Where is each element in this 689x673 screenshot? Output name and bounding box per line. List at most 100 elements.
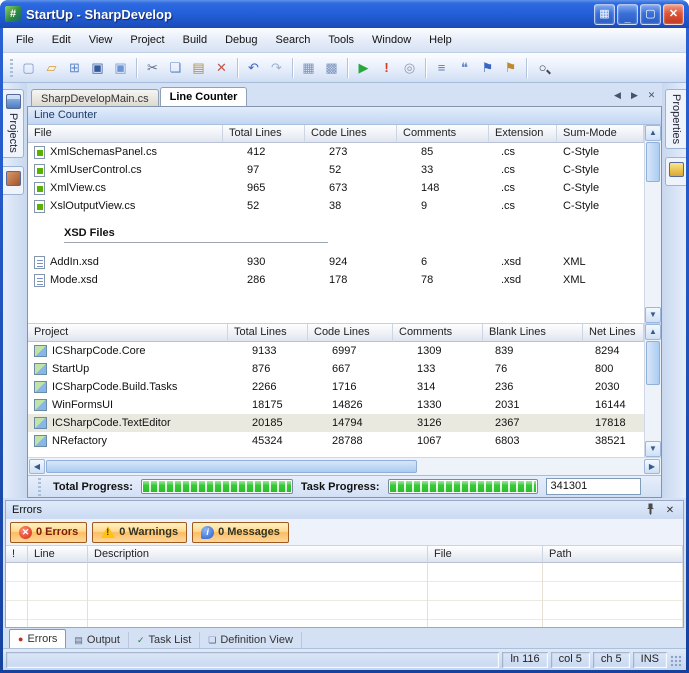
table-row[interactable]: Mode.xsd 286 178 78 .xsd XML: [28, 271, 644, 289]
warnings-filter-button[interactable]: 0 Warnings: [92, 522, 187, 543]
table-row[interactable]: NRefactory 45324 28788 1067 6803 38521: [28, 432, 644, 450]
column-header[interactable]: Description: [88, 546, 428, 563]
toolbar-grip[interactable]: [10, 59, 13, 77]
project-table-vscrollbar[interactable]: ▲ ▼: [644, 324, 661, 457]
column-header[interactable]: Code Lines: [305, 125, 397, 143]
errors-caption[interactable]: Errors ✕: [6, 501, 683, 519]
comment-icon[interactable]: ❝: [453, 57, 476, 79]
errors-grid-body[interactable]: [6, 563, 683, 627]
column-header[interactable]: File: [428, 546, 543, 563]
menu-help[interactable]: Help: [420, 31, 461, 49]
sidebar-tab-help[interactable]: [665, 157, 686, 186]
cut-icon[interactable]: ✂: [141, 57, 164, 79]
column-header[interactable]: File: [28, 125, 223, 143]
paste-icon[interactable]: ▤: [187, 57, 210, 79]
menu-view[interactable]: View: [80, 31, 122, 49]
stop-icon[interactable]: !: [375, 57, 398, 79]
errors-filter-button[interactable]: ✕ 0 Errors: [10, 522, 87, 543]
column-header[interactable]: Blank Lines: [483, 324, 583, 342]
sidebar-tab-properties[interactable]: Properties: [665, 89, 686, 149]
title-bar[interactable]: # StartUp - SharpDevelop ▦ _ ▢ ✕: [0, 0, 689, 28]
new-window-icon[interactable]: ⊞: [63, 57, 86, 79]
new-file-icon[interactable]: ▢: [17, 57, 40, 79]
column-header[interactable]: Project: [28, 324, 228, 342]
copy-icon[interactable]: ❏: [164, 57, 187, 79]
save-icon[interactable]: ▣: [86, 57, 109, 79]
menu-project[interactable]: Project: [121, 31, 173, 49]
sidebar-tab-tools[interactable]: [3, 166, 24, 195]
column-header[interactable]: Comments: [397, 125, 489, 143]
whitespace-icon[interactable]: ≡: [430, 57, 453, 79]
scroll-thumb[interactable]: [646, 142, 660, 182]
menu-debug[interactable]: Debug: [216, 31, 266, 49]
menu-window[interactable]: Window: [363, 31, 420, 49]
file-table-vscrollbar[interactable]: ▲ ▼: [644, 125, 661, 323]
window-menu-button[interactable]: ▦: [594, 4, 615, 25]
bookmark-next-icon[interactable]: ⚑: [499, 57, 522, 79]
table-row[interactable]: WinFormsUI 18175 14826 1330 2031 16144: [28, 396, 644, 414]
table-row[interactable]: AddIn.xsd 930 924 6 .xsd XML: [28, 253, 644, 271]
open-folder-icon[interactable]: ▱: [40, 57, 63, 79]
column-header[interactable]: Comments: [393, 324, 483, 342]
scroll-down-icon[interactable]: ▼: [645, 307, 661, 323]
doc-tab-sharpdevelopmain[interactable]: SharpDevelopMain.cs: [31, 89, 159, 106]
scroll-thumb[interactable]: [46, 460, 417, 473]
pin-icon[interactable]: [643, 503, 657, 518]
scroll-up-icon[interactable]: ▲: [645, 324, 661, 340]
tab-scroll-right-icon[interactable]: ▶: [627, 88, 642, 103]
column-header[interactable]: !: [6, 546, 28, 563]
horizontal-scrollbar[interactable]: ◀ ▶: [28, 457, 661, 475]
table-row[interactable]: XmlSchemasPanel.cs 412 273 85 .cs C-Styl…: [28, 143, 644, 161]
redo-icon[interactable]: ↷: [265, 57, 288, 79]
bookmark-prev-icon[interactable]: ⚑: [476, 57, 499, 79]
column-header[interactable]: Path: [543, 546, 683, 563]
column-header[interactable]: Net Lines: [583, 324, 644, 342]
sidebar-tab-projects[interactable]: Projects: [3, 89, 24, 158]
scroll-left-icon[interactable]: ◀: [29, 459, 45, 474]
table-row[interactable]: ICSharpCode.Build.Tasks 2266 1716 314 23…: [28, 378, 644, 396]
menu-edit[interactable]: Edit: [43, 31, 80, 49]
column-header[interactable]: Line: [28, 546, 88, 563]
scroll-thumb[interactable]: [646, 341, 660, 385]
tab-scroll-left-icon[interactable]: ◀: [610, 88, 625, 103]
build-all-icon[interactable]: ▩: [320, 57, 343, 79]
progress-grip[interactable]: [38, 478, 41, 496]
table-row[interactable]: XmlView.cs 965 673 148 .cs C-Style: [28, 179, 644, 197]
column-header[interactable]: Extension: [489, 125, 557, 143]
breakpoint-icon[interactable]: ◎: [398, 57, 421, 79]
column-header[interactable]: Total Lines: [228, 324, 308, 342]
doc-tab-line-counter[interactable]: Line Counter: [160, 87, 248, 106]
search-icon[interactable]: ○: [531, 57, 554, 79]
undo-icon[interactable]: ↶: [242, 57, 265, 79]
table-row[interactable]: StartUp 876 667 133 76 800: [28, 360, 644, 378]
pad-tab-definition-view[interactable]: ❏ Definition View: [200, 632, 302, 648]
save-all-icon[interactable]: ▣: [109, 57, 132, 79]
pad-tab-task-list[interactable]: ✓ Task List: [129, 632, 200, 648]
scroll-down-icon[interactable]: ▼: [645, 441, 661, 457]
menu-file[interactable]: File: [7, 31, 43, 49]
column-header[interactable]: Code Lines: [308, 324, 393, 342]
table-row[interactable]: XslOutputView.cs 52 38 9 .cs C-Style: [28, 197, 644, 215]
menu-search[interactable]: Search: [267, 31, 320, 49]
restore-button[interactable]: ▢: [640, 4, 661, 25]
menu-tools[interactable]: Tools: [319, 31, 363, 49]
pad-tab-output[interactable]: ▤ Output: [66, 632, 129, 648]
close-button[interactable]: ✕: [663, 4, 684, 25]
scroll-up-icon[interactable]: ▲: [645, 125, 661, 141]
scroll-right-icon[interactable]: ▶: [644, 459, 660, 474]
delete-icon[interactable]: ✕: [210, 57, 233, 79]
table-row[interactable]: ICSharpCode.Core 9133 6997 1309 839 8294: [28, 342, 644, 360]
table-row-selected[interactable]: ICSharpCode.TextEditor 20185 14794 3126 …: [28, 414, 644, 432]
panel-close-icon[interactable]: ✕: [663, 505, 677, 516]
column-header[interactable]: Sum-Mode: [557, 125, 644, 143]
messages-filter-button[interactable]: i 0 Messages: [192, 522, 289, 543]
column-header[interactable]: Total Lines: [223, 125, 305, 143]
minimize-button[interactable]: _: [617, 4, 638, 25]
menu-build[interactable]: Build: [174, 31, 216, 49]
run-icon[interactable]: ▶: [352, 57, 375, 79]
tab-close-icon[interactable]: ✕: [644, 88, 659, 103]
resize-grip[interactable]: [670, 655, 683, 668]
build-icon[interactable]: ▦: [297, 57, 320, 79]
pad-tab-errors[interactable]: ● Errors: [9, 629, 66, 648]
table-row[interactable]: XmlUserControl.cs 97 52 33 .cs C-Style: [28, 161, 644, 179]
